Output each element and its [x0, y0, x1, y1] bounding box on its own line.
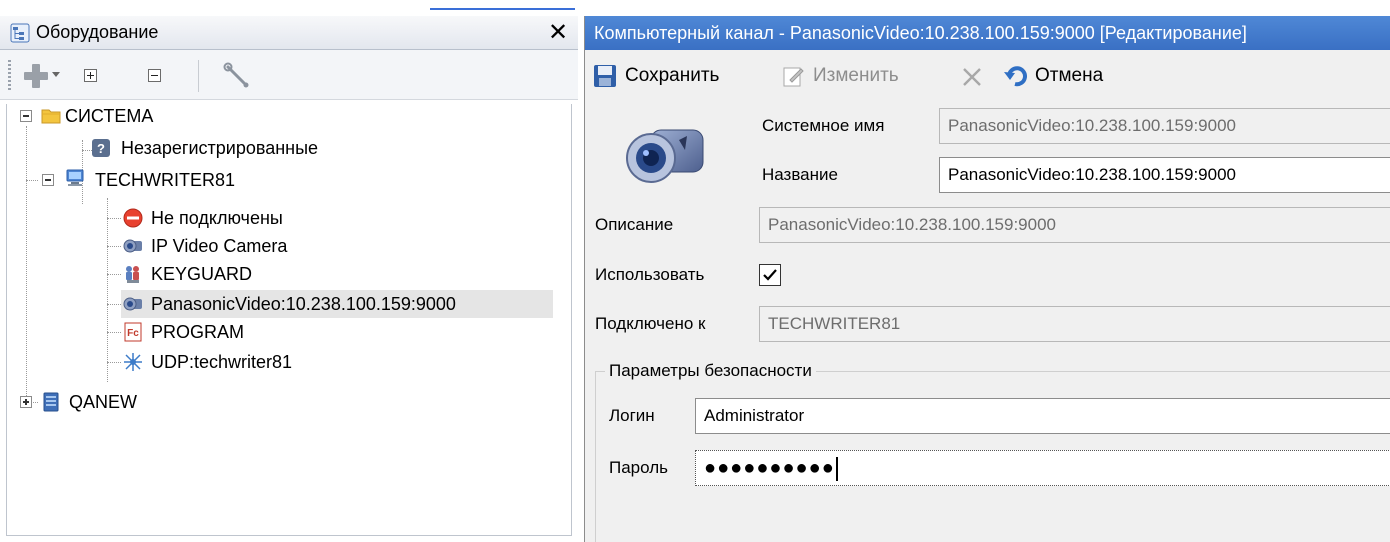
no-entry-icon: [123, 208, 143, 228]
password-value: ●●●●●●●●●●: [704, 457, 835, 479]
system-name-label: Системное имя: [762, 116, 885, 135]
use-checkbox[interactable]: [759, 264, 781, 286]
cancel-label: Отмена: [1035, 65, 1104, 86]
password-label: Пароль: [609, 458, 668, 477]
wrench-icon[interactable]: [222, 62, 252, 92]
expand-all-icon[interactable]: [84, 69, 97, 82]
login-field[interactable]: Administrator: [695, 398, 1390, 434]
camera-icon: [626, 129, 704, 183]
login-label: Логин: [609, 406, 655, 425]
use-label: Использовать: [595, 265, 705, 284]
tree-item-label: СИСТЕМА: [65, 106, 154, 126]
top-strip: [0, 0, 1390, 16]
dropdown-arrow-icon[interactable]: [52, 72, 60, 77]
undo-icon: [1004, 66, 1027, 87]
equipment-toolbar: [0, 50, 578, 100]
channel-editor-panel: Компьютерный канал - PanasonicVideo:10.2…: [584, 16, 1390, 542]
equipment-panel-header: Оборудование ✕: [0, 16, 578, 50]
program-icon: Fc: [124, 322, 142, 342]
tree-item-label: UDP:techwriter81: [151, 352, 293, 372]
folder-icon: [41, 109, 61, 124]
tree-item-panasonic-video[interactable]: PanasonicVideo:10.238.100.159:9000: [121, 290, 553, 318]
checkmark-icon: [763, 269, 777, 281]
name-field[interactable]: PanasonicVideo:10.238.100.159:9000: [939, 157, 1390, 193]
camera-icon: [123, 239, 142, 253]
name-label: Название: [762, 165, 838, 184]
tree-item-label: TECHWRITER81: [95, 170, 236, 190]
tree-item-label: Незарегистрированные: [121, 138, 319, 158]
add-icon[interactable]: [22, 62, 50, 90]
tree-item-label: KEYGUARD: [151, 264, 253, 284]
save-icon: [594, 65, 616, 87]
collapse-all-icon[interactable]: [148, 69, 161, 82]
svg-text:?: ?: [97, 141, 105, 156]
system-name-field: PanasonicVideo:10.238.100.159:9000: [939, 108, 1390, 144]
computer-icon: [66, 169, 84, 186]
security-group-caption: Параметры безопасности: [605, 360, 816, 382]
connected-to-label: Подключено к: [595, 314, 706, 333]
description-label: Описание: [595, 215, 674, 234]
equipment-panel: Оборудование ✕ СИСТЕМА ? Незарегистриров…: [0, 16, 578, 542]
equipment-tree-icon: [10, 23, 30, 43]
camera-icon: [123, 297, 142, 311]
tree-item-label: IP Video Camera: [151, 236, 288, 256]
editor-title-bar: Компьютерный канал - PanasonicVideo:10.2…: [585, 16, 1390, 50]
save-label: Сохранить: [625, 65, 720, 86]
tree-item-label: PanasonicVideo:10.238.100.159:9000: [151, 294, 456, 314]
tree-collapse-toggle[interactable]: [20, 110, 32, 122]
toolbar-grip: [8, 60, 11, 90]
text-caret: [835, 456, 838, 481]
tree-item-label: QANEW: [69, 392, 138, 412]
toolbar-separator: [198, 60, 199, 92]
svg-text:Fc: Fc: [127, 328, 139, 339]
question-icon: ?: [92, 139, 110, 157]
equipment-tree: СИСТЕМА ? Незарегистрированные TECHWRITE…: [6, 104, 572, 536]
network-icon: [124, 353, 142, 371]
password-field[interactable]: ●●●●●●●●●●: [695, 450, 1390, 486]
tree-expand-toggle[interactable]: [20, 396, 32, 408]
edit-label: Изменить: [813, 65, 899, 86]
editor-toolbar: Сохранить Изменить Отмена: [585, 50, 1390, 102]
keyguard-icon: [126, 266, 139, 283]
tree-item-label: Не подключены: [151, 208, 283, 228]
description-field[interactable]: PanasonicVideo:10.238.100.159:9000: [759, 207, 1390, 243]
delete-icon[interactable]: [961, 66, 983, 88]
link-underline: [430, 8, 575, 10]
server-icon: [43, 392, 59, 412]
connected-to-field: TECHWRITER81: [759, 306, 1390, 342]
equipment-panel-title: Оборудование: [36, 22, 159, 42]
close-icon[interactable]: ✕: [548, 18, 568, 47]
tree-item-label: PROGRAM: [151, 322, 245, 342]
tree-collapse-toggle[interactable]: [42, 174, 54, 186]
edit-icon: [783, 67, 804, 87]
